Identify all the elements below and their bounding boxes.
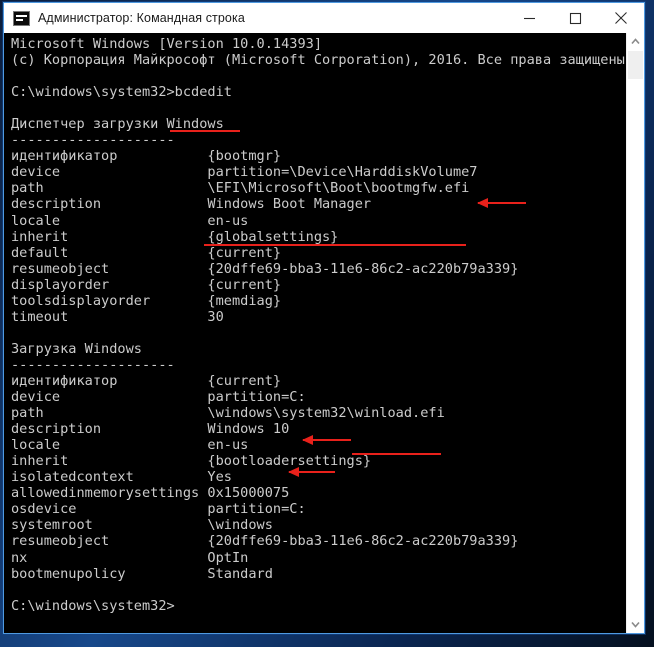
desktop-background: Администратор: Командная строка Microsof… (0, 0, 654, 647)
console-line: locale en-us (11, 212, 249, 229)
console-line: isolatedcontext Yes (11, 469, 232, 486)
scroll-down-button[interactable] (627, 616, 644, 633)
console-line: displayorder {current} (11, 276, 282, 293)
console-line: default {current} (11, 244, 282, 261)
console-line: идентификатор {current} (11, 372, 282, 389)
console-line: -------------------- (11, 132, 175, 149)
console-line: timeout 30 (11, 308, 224, 325)
chevron-down-icon (631, 621, 640, 628)
scrollbar-thumb[interactable] (628, 51, 643, 79)
console-line: Загрузка Windows (11, 340, 142, 357)
console-line: (c) Корпорация Майкрософт (Microsoft Cor… (11, 52, 626, 69)
console-line: nx OptIn (11, 549, 249, 566)
console-text: Microsoft Windows [Version 10.0.14393] (c… (4, 36, 626, 614)
maximize-icon (569, 12, 581, 24)
console-line: inherit {globalsettings} (11, 228, 339, 245)
console-line: systemroot \windows (11, 517, 273, 534)
console-line: -------------------- (11, 356, 175, 373)
close-button[interactable] (598, 3, 644, 33)
console-line: inherit {bootloadersettings} (11, 453, 372, 470)
console-line: toolsdisplayorder {memdiag} (11, 292, 282, 309)
window-titlebar[interactable]: Администратор: Командная строка (4, 3, 644, 33)
console-line: C:\windows\system32>bcdedit (11, 84, 232, 101)
scroll-up-button[interactable] (627, 33, 644, 50)
command-prompt-window: Администратор: Командная строка Microsof… (3, 2, 645, 634)
chevron-up-icon (631, 38, 640, 45)
console-line: osdevice partition=C: (11, 501, 306, 518)
window-title: Администратор: Командная строка (38, 11, 245, 25)
console-area: Microsoft Windows [Version 10.0.14393] (c… (4, 33, 644, 633)
cmd-icon (13, 10, 30, 26)
console-line: Диспетчер загрузки Windows (11, 116, 224, 133)
console-line: path \windows\system32\winload.efi (11, 405, 445, 422)
console-line: locale en-us (11, 437, 249, 454)
console-line: allowedinmemorysettings 0x15000075 (11, 485, 290, 502)
console-line: resumeobject {20dffe69-bba3-11e6-86c2-ac… (11, 260, 519, 277)
console-output-pane[interactable]: Microsoft Windows [Version 10.0.14393] (c… (4, 33, 626, 633)
console-line: C:\windows\system32> (11, 597, 175, 614)
console-line: device partition=\Device\HarddiskVolume7 (11, 164, 478, 181)
console-line: идентификатор {bootmgr} (11, 148, 282, 165)
maximize-button[interactable] (552, 3, 598, 33)
minimize-icon (523, 17, 535, 19)
window-controls (506, 3, 644, 33)
console-scrollbar[interactable] (626, 33, 644, 633)
console-line: description Windows Boot Manager (11, 196, 372, 213)
console-line: Microsoft Windows [Version 10.0.14393] (11, 36, 322, 52)
close-icon (615, 12, 627, 24)
console-line: resumeobject {20dffe69-bba3-11e6-86c2-ac… (11, 533, 519, 550)
console-line: description Windows 10 (11, 421, 290, 438)
console-line: device partition=C: (11, 389, 306, 406)
minimize-button[interactable] (506, 3, 552, 33)
console-line: path \EFI\Microsoft\Boot\bootmgfw.efi (11, 180, 470, 197)
console-line: bootmenupolicy Standard (11, 565, 273, 582)
